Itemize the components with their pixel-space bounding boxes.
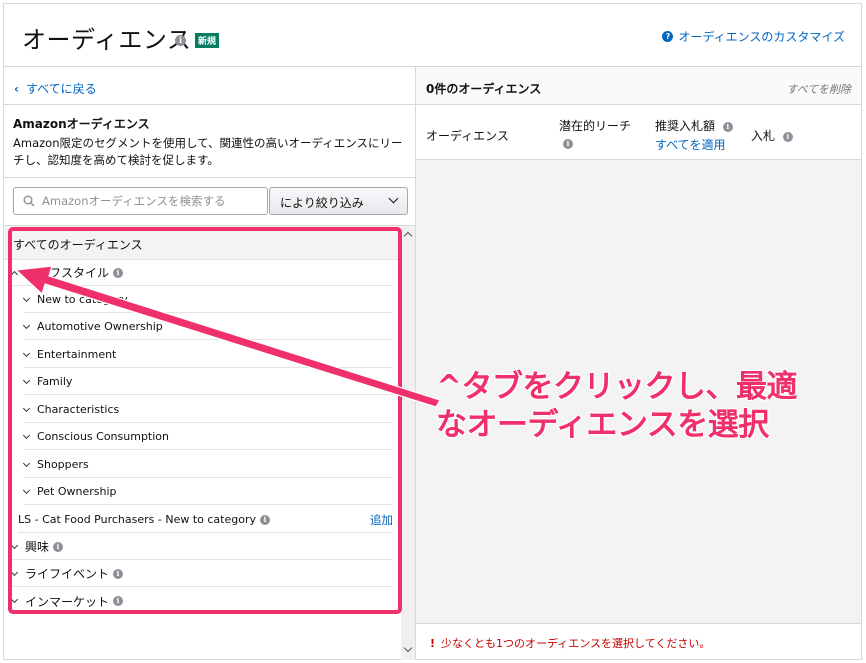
info-icon[interactable]: i — [53, 541, 64, 552]
audience-panel: オーディエンス i 新規 ? オーディエンスのカスタマイズ ‹ すべてに戻る Am… — [3, 3, 862, 660]
audience-tree: すべてのオーディエンス ライフスタイル i New to category Au… — [4, 225, 415, 660]
scroll-up-icon[interactable] — [403, 231, 413, 241]
filter-dropdown[interactable]: により絞り込み — [269, 187, 408, 215]
back-to-all-link[interactable]: ‹ すべてに戻る — [14, 80, 97, 97]
tree-item-label: Entertainment — [37, 348, 117, 361]
tree-item-label: New to category — [37, 293, 128, 306]
info-icon[interactable]: i — [113, 568, 124, 579]
validation-warning: ! 少なくとも1つのオーディエンスを選択してください。 — [430, 635, 710, 651]
remove-all-button[interactable]: すべてを削除 — [786, 81, 851, 97]
tree-item-label: インマーケット — [25, 594, 110, 609]
chevron-down-icon[interactable] — [10, 568, 19, 576]
new-badge: 新規 — [195, 33, 220, 48]
search-box — [13, 187, 268, 215]
selected-count: 0件のオーディエンス — [426, 82, 542, 96]
customize-audience-label: オーディエンスのカスタマイズ — [678, 30, 845, 44]
panel-header: オーディエンス i 新規 ? オーディエンスのカスタマイズ — [4, 4, 861, 67]
info-icon[interactable]: i — [175, 35, 186, 46]
chevron-up-icon[interactable] — [10, 270, 19, 278]
chevron-down-icon[interactable] — [22, 321, 31, 329]
category-text: Amazon限定のセグメントを使用して、関連性の高いオーディエンスにリーチし、認… — [13, 136, 403, 167]
info-icon[interactable]: i — [782, 131, 793, 142]
chevron-down-icon[interactable] — [22, 404, 31, 412]
col-reach-label: 潜在的リーチ — [559, 119, 632, 133]
tree-item-label: 興味 — [25, 540, 50, 554]
tree-item-label: ライフスタイル — [25, 266, 110, 280]
chevron-down-icon[interactable] — [10, 541, 19, 549]
tree-item-sub[interactable]: Entertainment — [22, 342, 393, 368]
tree-item-life-event[interactable]: ライフイベント i — [10, 561, 393, 587]
col-audience: オーディエンス — [426, 129, 509, 143]
tree-item-sub[interactable]: Pet Ownership — [22, 479, 393, 505]
chevron-down-icon[interactable] — [22, 349, 31, 357]
selected-table-header: オーディエンス 潜在的リーチ i 推奨入札額 i すべてを適用 入札 i — [416, 105, 861, 160]
tree-item-interest[interactable]: 興味 i — [10, 534, 393, 560]
tree-item-label: Pet Ownership — [37, 485, 117, 498]
warning-icon: ! — [430, 637, 436, 650]
tree-item-sub[interactable]: New to category — [22, 287, 393, 313]
validation-footer: ! 少なくとも1つのオーディエンスを選択してください。 — [416, 623, 861, 659]
tree-item-sub[interactable]: Conscious Consumption — [22, 424, 393, 450]
info-icon[interactable]: i — [722, 121, 733, 132]
tree-item-sub[interactable]: Characteristics — [22, 397, 393, 423]
audience-leaf-label: LS - Cat Food Purchasers - New to catego… — [18, 513, 256, 526]
chevron-down-icon[interactable] — [22, 376, 31, 384]
col-reach: 潜在的リーチ i — [559, 117, 631, 149]
tree-item-in-market[interactable]: インマーケット i — [10, 588, 393, 614]
info-icon[interactable]: i — [113, 596, 124, 606]
info-icon[interactable]: i — [113, 267, 124, 278]
filter-label: により絞り込み — [280, 196, 364, 210]
page-title: オーディエンス — [22, 26, 192, 54]
apply-all-button[interactable]: すべてを適用 — [655, 136, 733, 153]
selected-audiences: 0件のオーディエンス すべてを削除 オーディエンス 潜在的リーチ i 推奨入札額… — [416, 67, 861, 659]
search-input[interactable] — [42, 189, 262, 213]
back-row: ‹ すべてに戻る — [4, 67, 415, 105]
customize-audience-link[interactable]: ? オーディエンスのカスタマイズ — [662, 28, 845, 45]
chevron-down-icon[interactable] — [22, 431, 31, 439]
chevron-down-icon — [388, 193, 399, 204]
tree-scrollbar[interactable] — [401, 226, 415, 660]
tree-item-sub[interactable]: Automotive Ownership — [22, 314, 393, 340]
chevron-down-icon[interactable] — [22, 459, 31, 467]
scroll-down-icon[interactable] — [403, 643, 413, 653]
chevron-left-icon: ‹ — [14, 82, 19, 96]
tree-item-label: Automotive Ownership — [37, 320, 163, 333]
selected-header: 0件のオーディエンス すべてを削除 — [416, 67, 861, 105]
col-bid: 推奨入札額 i すべてを適用 — [655, 117, 733, 153]
tree-item-label: Conscious Consumption — [37, 430, 169, 443]
callout-line-1: ^タブをクリックし、最適 — [436, 369, 798, 406]
category-description: Amazonオーディエンス Amazon限定のセグメントを使用して、関連性の高い… — [4, 105, 415, 178]
audience-browser: ‹ すべてに戻る Amazonオーディエンス Amazon限定のセグメントを使用し… — [4, 67, 416, 660]
audience-leaf-row: LS - Cat Food Purchasers - New to catego… — [18, 507, 393, 533]
chevron-down-icon[interactable] — [10, 595, 19, 604]
info-icon[interactable]: i — [260, 514, 270, 525]
question-icon: ? — [662, 31, 674, 42]
tree-item-label: Shoppers — [37, 458, 89, 471]
tree-item-lifestyle[interactable]: ライフスタイル i — [10, 260, 393, 286]
col-entry-label: 入札 — [751, 129, 776, 143]
warning-text: 少なくとも1つのオーディエンスを選択してください。 — [441, 637, 711, 650]
col-bid-entry: 入札 i — [751, 127, 793, 144]
tree-item-label: Characteristics — [37, 403, 120, 416]
tree-item-label: ライフイベント — [25, 567, 110, 581]
search-icon — [23, 195, 35, 207]
chevron-down-icon[interactable] — [22, 486, 31, 494]
tree-item-label: Family — [37, 375, 73, 388]
tree-item-sub[interactable]: Family — [22, 369, 393, 395]
annotation-callout: ^タブをクリックし、最適 なオーディエンスを選択 — [436, 368, 798, 444]
add-audience-button[interactable]: 追加 — [370, 512, 393, 528]
chevron-down-icon[interactable] — [22, 294, 31, 302]
all-audiences-header: すべてのオーディエンス — [4, 226, 401, 260]
info-icon[interactable]: i — [563, 138, 573, 149]
search-row: により絞り込み — [13, 187, 409, 215]
col-bid-label: 推奨入札額 — [655, 119, 716, 133]
tree-item-sub[interactable]: Shoppers — [22, 452, 393, 478]
back-label: すべてに戻る — [25, 82, 97, 96]
callout-line-2: なオーディエンスを選択 — [436, 407, 770, 444]
category-title: Amazonオーディエンス — [13, 117, 150, 131]
